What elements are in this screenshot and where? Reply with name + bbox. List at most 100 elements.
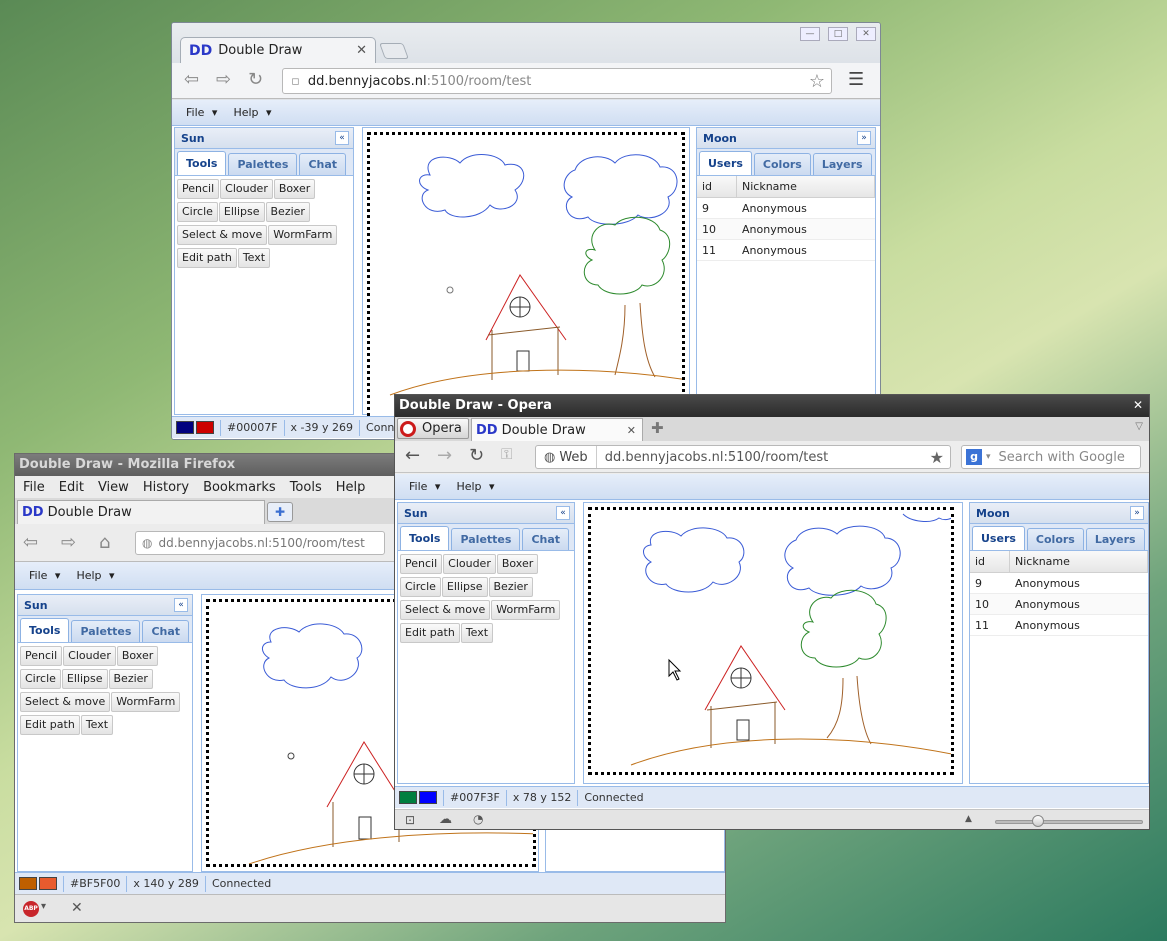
reload-icon[interactable]: ↻ <box>248 69 263 90</box>
tool-circle[interactable]: Circle <box>177 202 218 222</box>
color-swatch-primary[interactable] <box>176 421 194 434</box>
tool-clouder[interactable]: Clouder <box>63 646 116 666</box>
tool-wormfarm[interactable]: WormFarm <box>111 692 181 712</box>
chrome-tab[interactable]: DD Double Draw ✕ <box>180 37 376 63</box>
tab-chat[interactable]: Chat <box>142 620 190 642</box>
col-id[interactable]: id <box>697 176 737 197</box>
color-swatch-secondary[interactable] <box>419 791 437 804</box>
tool-edit-path[interactable]: Edit path <box>20 715 80 735</box>
web-badge[interactable]: ◍ Web <box>536 446 597 468</box>
ff-menu-tools[interactable]: Tools <box>290 480 322 495</box>
tab-colors[interactable]: Colors <box>1026 528 1084 550</box>
color-swatch-secondary[interactable] <box>39 877 57 890</box>
color-swatch-primary[interactable] <box>399 791 417 804</box>
collapse-left-icon[interactable]: « <box>556 506 570 520</box>
tool-text[interactable]: Text <box>80 715 114 735</box>
ff-menu-bookmarks[interactable]: Bookmarks <box>203 480 276 495</box>
tool-boxer[interactable]: Boxer <box>116 646 159 666</box>
ff-menu-help[interactable]: Help <box>336 480 366 495</box>
tab-tools[interactable]: Tools <box>400 526 450 550</box>
tool-clouder[interactable]: Clouder <box>220 179 273 199</box>
color-swatch-primary[interactable] <box>19 877 37 890</box>
menu-icon[interactable]: ☰ <box>848 69 864 90</box>
menu-file[interactable]: File ▾ <box>21 567 64 584</box>
tab-chat[interactable]: Chat <box>522 528 570 550</box>
menu-help[interactable]: Help ▾ <box>225 104 275 121</box>
menu-help[interactable]: Help ▾ <box>68 567 118 584</box>
tool-boxer[interactable]: Boxer <box>496 554 539 574</box>
tab-users[interactable]: Users <box>699 151 752 175</box>
speed-dial-icon[interactable]: ◔ <box>473 812 483 826</box>
tab-chat[interactable]: Chat <box>299 153 347 175</box>
close-icon[interactable]: ✕ <box>356 43 367 58</box>
tool-pencil[interactable]: Pencil <box>400 554 443 574</box>
tab-tools[interactable]: Tools <box>20 618 70 642</box>
table-row[interactable]: 9 Anonymous <box>697 198 875 219</box>
home-icon[interactable]: ⌂ <box>99 532 110 553</box>
back-icon[interactable]: ⇦ <box>184 69 199 90</box>
ff-menu-view[interactable]: View <box>98 480 129 495</box>
tool-boxer[interactable]: Boxer <box>273 179 316 199</box>
firefox-address-bar[interactable]: ◍ dd.bennyjacobs.nl:5100/room/test <box>135 531 385 555</box>
drawing-canvas[interactable] <box>588 507 954 775</box>
color-swatch-secondary[interactable] <box>196 421 214 434</box>
tool-ellipse[interactable]: Ellipse <box>61 669 108 689</box>
tool-circle[interactable]: Circle <box>20 669 61 689</box>
tool-ellipse[interactable]: Ellipse <box>218 202 265 222</box>
tab-layers[interactable]: Layers <box>1085 528 1145 550</box>
tool-text[interactable]: Text <box>460 623 494 643</box>
collapse-right-icon[interactable]: » <box>1130 506 1144 520</box>
back-icon[interactable]: ⇦ <box>23 532 38 553</box>
col-nickname[interactable]: Nickname <box>737 176 875 197</box>
forward-icon[interactable]: ⇨ <box>61 532 76 553</box>
tab-palettes[interactable]: Palettes <box>71 620 141 642</box>
tool-edit-path[interactable]: Edit path <box>400 623 460 643</box>
collapse-right-icon[interactable]: » <box>857 131 871 145</box>
tool-circle[interactable]: Circle <box>400 577 441 597</box>
back-icon[interactable]: ← <box>405 445 420 466</box>
forward-icon[interactable]: → <box>437 445 452 466</box>
star-icon[interactable]: ★ <box>930 448 944 467</box>
forward-icon[interactable]: ⇨ <box>216 69 231 90</box>
tool-bezier[interactable]: Bezier <box>488 577 533 597</box>
close-icon[interactable]: ✕ <box>71 900 83 916</box>
tab-tools[interactable]: Tools <box>177 151 227 175</box>
close-window-button[interactable]: ✕ <box>856 27 876 41</box>
tool-pencil[interactable]: Pencil <box>177 179 220 199</box>
menu-help[interactable]: Help ▾ <box>448 478 498 495</box>
tab-palettes[interactable]: Palettes <box>228 153 298 175</box>
col-nickname[interactable]: Nickname <box>1010 551 1148 572</box>
tab-colors[interactable]: Colors <box>753 153 811 175</box>
new-tab-button[interactable] <box>379 43 409 59</box>
tool-wormfarm[interactable]: WormFarm <box>268 225 338 245</box>
opera-address-bar[interactable]: ◍ Web dd.bennyjacobs.nl:5100/room/test ★ <box>535 445 951 469</box>
new-tab-button[interactable]: ✚ <box>651 419 664 437</box>
tool-bezier[interactable]: Bezier <box>108 669 153 689</box>
panel-toggle-icon[interactable]: ⊡ <box>405 813 415 827</box>
table-row[interactable]: 11 Anonymous <box>970 615 1148 636</box>
ff-menu-edit[interactable]: Edit <box>59 480 84 495</box>
tool-select-move[interactable]: Select & move <box>177 225 268 245</box>
close-window-button[interactable]: ✕ <box>1133 398 1143 412</box>
opera-menu-button[interactable]: Opera <box>397 418 469 439</box>
tool-text[interactable]: Text <box>237 248 271 268</box>
chevron-down-icon[interactable]: ▾ <box>41 901 46 912</box>
tool-bezier[interactable]: Bezier <box>265 202 310 222</box>
tool-pencil[interactable]: Pencil <box>20 646 63 666</box>
zoom-slider-handle[interactable] <box>1032 815 1044 827</box>
chevron-up-icon[interactable]: ▲ <box>965 814 972 824</box>
chevron-down-icon[interactable]: ▽ <box>1135 421 1143 432</box>
minimize-button[interactable]: — <box>800 27 820 41</box>
star-icon[interactable]: ☆ <box>809 71 825 92</box>
menu-file[interactable]: File ▾ <box>401 478 444 495</box>
tab-layers[interactable]: Layers <box>812 153 872 175</box>
col-id[interactable]: id <box>970 551 1010 572</box>
menu-file[interactable]: File ▾ <box>178 104 221 121</box>
tool-edit-path[interactable]: Edit path <box>177 248 237 268</box>
tool-clouder[interactable]: Clouder <box>443 554 496 574</box>
key-icon[interactable]: ⚿ <box>501 445 512 463</box>
adblock-icon[interactable]: ABP <box>23 901 39 917</box>
table-row[interactable]: 10 Anonymous <box>970 594 1148 615</box>
table-row[interactable]: 9 Anonymous <box>970 573 1148 594</box>
chrome-address-bar[interactable]: ▫ dd.bennyjacobs.nl:5100/room/test ☆ <box>282 68 832 94</box>
